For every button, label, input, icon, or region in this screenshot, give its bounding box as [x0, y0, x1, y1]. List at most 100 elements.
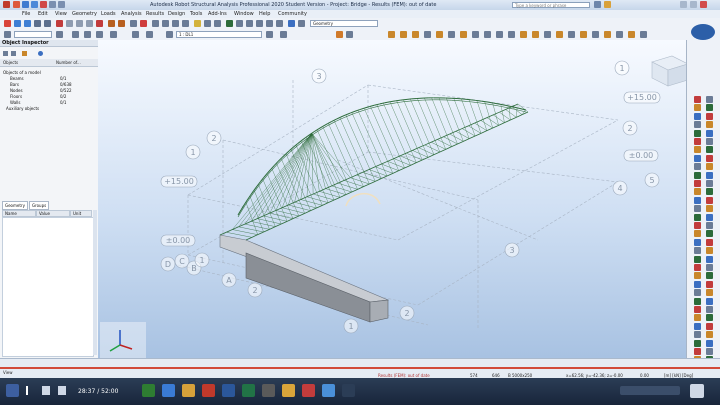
extend-icon[interactable] [694, 339, 701, 347]
word-icon[interactable] [222, 384, 235, 397]
zoom-window-icon[interactable] [132, 31, 139, 38]
bars-tool-icon[interactable] [388, 31, 395, 38]
material-icon[interactable] [706, 129, 713, 137]
move-icon[interactable] [694, 314, 701, 322]
menu-tools[interactable]: Tools [190, 11, 202, 17]
move-icon[interactable] [694, 146, 701, 154]
calculation-icon[interactable] [140, 20, 147, 27]
bracing-tool-icon[interactable] [460, 31, 467, 38]
screen-capture-icon[interactable] [162, 20, 169, 27]
open-icon[interactable] [22, 1, 29, 8]
offset-icon[interactable] [694, 196, 701, 204]
tree-item-nodes[interactable]: Nodes [10, 88, 23, 93]
menu-results[interactable]: Results [146, 11, 164, 17]
new-file-icon[interactable] [4, 20, 11, 27]
open-file-icon[interactable] [14, 20, 21, 27]
minimize-icon[interactable] [680, 1, 687, 8]
mesh-options-icon[interactable] [592, 31, 599, 38]
support-icon[interactable] [694, 104, 701, 112]
scale-icon[interactable] [706, 238, 713, 246]
menu-community[interactable]: Community [278, 11, 307, 17]
scale-icon[interactable] [706, 154, 713, 162]
case-select-icon[interactable] [166, 31, 173, 38]
intersect-icon[interactable] [706, 331, 713, 339]
scale-icon[interactable] [706, 322, 713, 330]
material-icon[interactable] [706, 297, 713, 305]
extend-icon[interactable] [694, 171, 701, 179]
material-icon[interactable] [706, 213, 713, 221]
measure-icon[interactable] [706, 138, 713, 145]
view-xz-icon[interactable] [84, 31, 91, 38]
powerpoint-icon[interactable] [202, 384, 215, 397]
offset-icon[interactable] [694, 112, 701, 120]
materials-icon[interactable] [256, 20, 263, 27]
inspector-help-icon[interactable] [38, 51, 43, 56]
mirror-icon[interactable] [694, 322, 701, 330]
support-icon[interactable] [694, 188, 701, 196]
load-case-combo[interactable]: 1 : DL1 [176, 31, 262, 38]
panel-icon[interactable] [706, 112, 713, 120]
close-model-icon[interactable] [96, 20, 103, 27]
redo-tool-icon[interactable] [118, 20, 125, 27]
next-icon[interactable] [42, 386, 50, 395]
tree-item-beams[interactable]: Beams [10, 76, 24, 81]
contour-icon[interactable] [604, 31, 611, 38]
pause-icon[interactable] [26, 386, 28, 395]
loads-icon[interactable] [276, 20, 283, 27]
structure-view-icon[interactable] [236, 20, 243, 27]
node-icon[interactable] [706, 96, 713, 103]
mesh-icon[interactable] [694, 138, 701, 145]
node-icon[interactable] [706, 180, 713, 187]
menu-loads[interactable]: Loads [101, 11, 116, 17]
tree-item-walls[interactable]: Walls [10, 100, 20, 105]
view-yz-icon[interactable] [96, 31, 103, 38]
menu-window[interactable]: Window [234, 11, 254, 17]
trim-icon[interactable] [706, 339, 713, 347]
panel-icon[interactable] [706, 196, 713, 204]
load-icon[interactable] [706, 205, 713, 213]
trim-icon[interactable] [706, 171, 713, 179]
undo-tool-icon[interactable] [108, 20, 115, 27]
load-definition-icon[interactable] [520, 31, 527, 38]
releases-tool-icon[interactable] [436, 31, 443, 38]
tree-item-auxiliary[interactable]: Auxiliary objects [6, 106, 39, 111]
release-icon[interactable] [706, 188, 713, 196]
tree-root[interactable]: Objects of a model [3, 70, 41, 75]
tree-item-bars[interactable]: Bars [10, 82, 19, 87]
zoom-all-icon[interactable] [146, 31, 153, 38]
mesh-icon[interactable] [580, 31, 587, 38]
offsets-tool-icon[interactable] [448, 31, 455, 38]
robot-icon[interactable] [282, 384, 295, 397]
revolve-icon[interactable] [640, 31, 647, 38]
menu-analysis[interactable]: Analysis [121, 11, 142, 17]
section-props-icon[interactable] [346, 31, 353, 38]
excel-icon[interactable] [242, 384, 255, 397]
preview-icon[interactable] [44, 20, 51, 27]
close-icon[interactable] [700, 1, 707, 8]
task-icon[interactable] [342, 384, 355, 397]
divide-icon[interactable] [694, 331, 701, 339]
release-icon[interactable] [706, 104, 713, 112]
app-icon[interactable] [262, 384, 275, 397]
bar-icon[interactable] [694, 96, 701, 103]
mesh-icon[interactable] [694, 306, 701, 313]
mirror-icon[interactable] [694, 154, 701, 162]
maximize-icon[interactable] [690, 1, 697, 8]
menu-help[interactable]: Help [259, 11, 270, 17]
print-icon[interactable] [40, 1, 47, 8]
combinations-icon[interactable] [532, 31, 539, 38]
divide-icon[interactable] [694, 247, 701, 255]
arch-bridge[interactable] [219, 97, 529, 241]
panel-tool-icon[interactable] [424, 31, 431, 38]
menu-geometry[interactable]: Geometry [72, 11, 97, 17]
print-file-icon[interactable] [34, 20, 41, 27]
rotate-icon[interactable] [706, 146, 713, 154]
move-icon[interactable] [694, 230, 701, 238]
view-3d-icon[interactable] [72, 31, 79, 38]
delete-icon[interactable] [56, 20, 63, 27]
measure-icon[interactable] [706, 306, 713, 313]
viewport-3d[interactable]: 3 2 1 1 2 4 5 D C B A 2 1 2 3 1 +15.00 ±… [98, 40, 686, 358]
cable-icon[interactable] [694, 289, 701, 297]
cable-tool-icon[interactable] [472, 31, 479, 38]
selection-icon[interactable] [194, 20, 201, 27]
